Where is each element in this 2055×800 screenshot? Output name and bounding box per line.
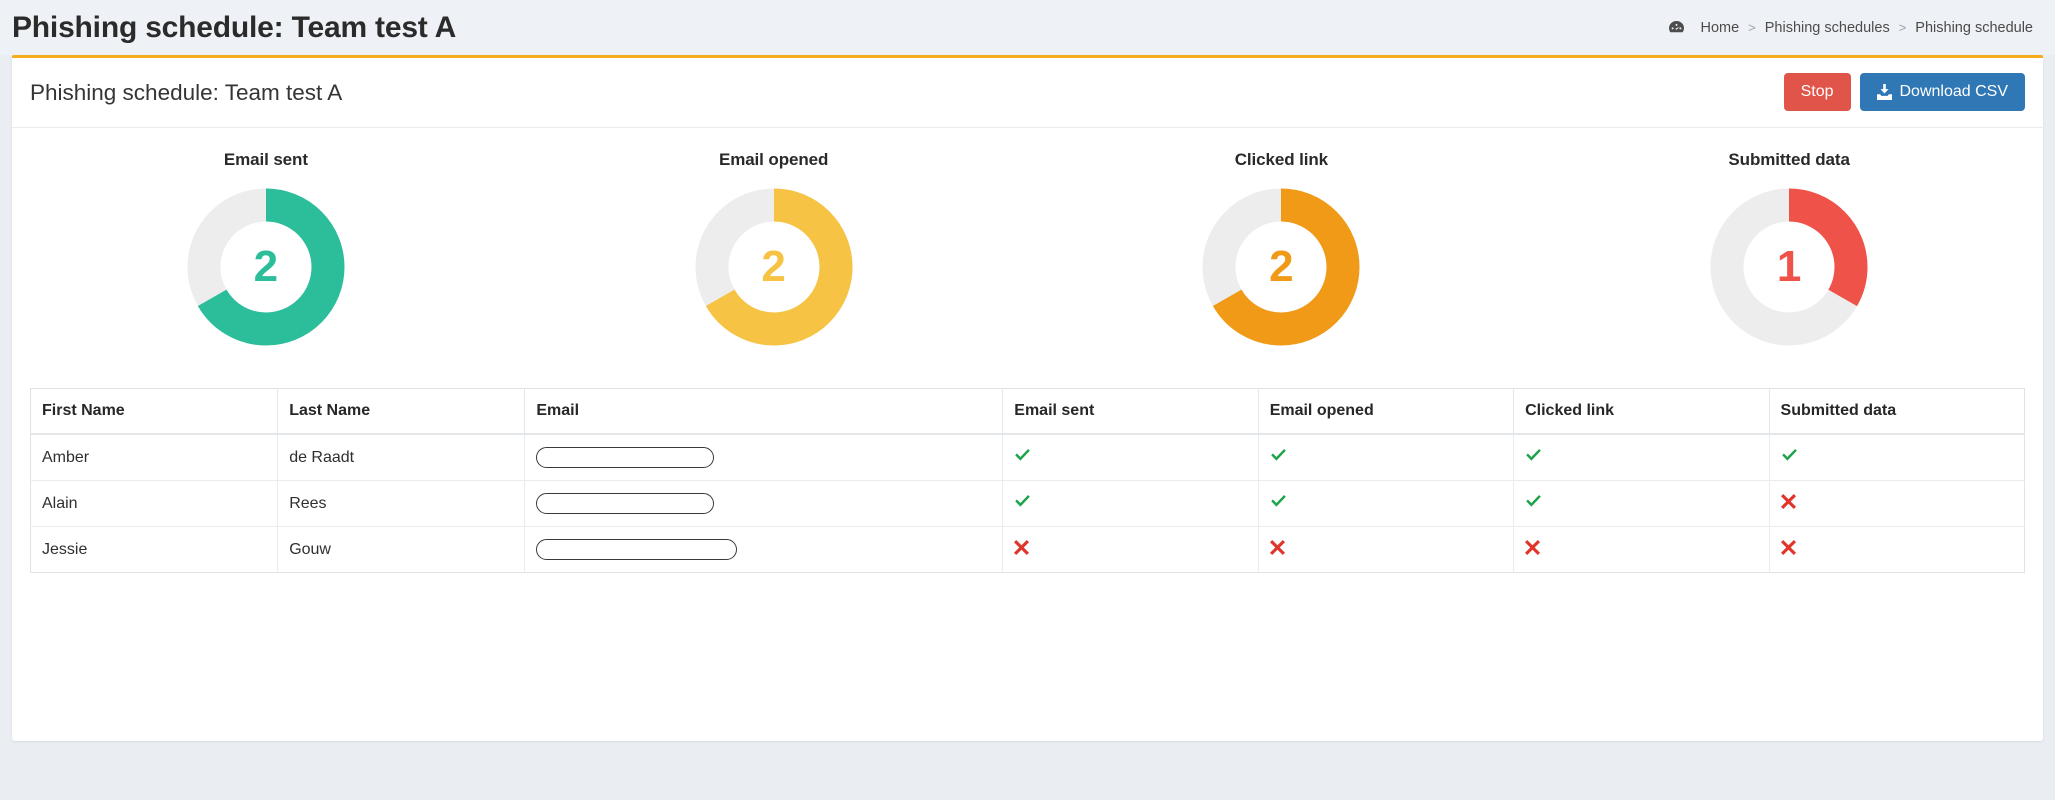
check-icon <box>1014 448 1031 463</box>
cell-last-name: de Raadt <box>277 434 526 481</box>
cell-first-name: Alain <box>30 480 279 527</box>
check-icon <box>1270 494 1287 509</box>
stop-button[interactable]: Stop <box>1783 73 1851 111</box>
breadcrumb-item-phishing-schedules[interactable]: Phishing schedules <box>1765 20 1890 36</box>
cell-first-name: Jessie <box>30 526 279 573</box>
check-icon <box>1525 448 1542 463</box>
table-row: Jessie Gouw <box>30 526 2025 573</box>
email-redaction-box <box>536 539 738 560</box>
column-header-last-name: Last Name <box>277 388 526 435</box>
column-header-email: Email <box>524 388 1004 435</box>
column-header-email-sent: Email sent <box>1002 388 1259 435</box>
column-header-submitted-data: Submitted data <box>1769 388 2025 435</box>
donut-value: 2 <box>1269 242 1294 291</box>
check-icon <box>1525 494 1542 509</box>
cross-icon <box>1525 539 1541 555</box>
breadcrumb-separator: > <box>1748 20 1756 35</box>
card-title: Phishing schedule: Team test A <box>30 79 343 105</box>
cross-icon <box>1780 493 1796 509</box>
breadcrumb-separator: > <box>1898 20 1907 35</box>
card-header: Phishing schedule: Team test A Stop Down… <box>12 58 2043 128</box>
check-icon <box>1014 494 1031 509</box>
donut-value: 2 <box>253 242 279 291</box>
table-row: Amber de Raadt <box>30 434 2025 481</box>
cell-email-sent <box>1002 526 1259 573</box>
email-redaction-box <box>536 493 715 514</box>
cell-clicked-link <box>1513 434 1770 481</box>
cell-email <box>524 526 1004 573</box>
column-header-clicked-link: Clicked link <box>1513 388 1770 435</box>
donut-chart: 2 <box>185 186 347 348</box>
donut-label: Email opened <box>718 150 829 169</box>
breadcrumb-item-current: Phishing schedule <box>1915 19 2033 36</box>
cell-email <box>524 480 1004 527</box>
cell-submitted-data <box>1769 434 2025 481</box>
table-row: Alain Rees <box>30 480 2025 527</box>
recipients-table: First Name Last Name Email Email sent Em… <box>30 388 2025 573</box>
table-body: Amber de Raadt Alain Rees Jessie Gouw <box>30 434 2025 573</box>
donut-label: Clicked link <box>1234 150 1329 169</box>
column-header-first-name: First Name <box>30 388 279 435</box>
table-header-row: First Name Last Name Email Email sent Em… <box>30 388 2025 435</box>
page-title: Phishing schedule: Team test A <box>12 10 457 44</box>
card-action-group: Stop Download CSV <box>1783 73 2025 111</box>
cell-email-opened <box>1258 434 1515 481</box>
cross-icon <box>1780 539 1796 555</box>
cell-email-sent <box>1002 480 1259 527</box>
donut-submitted-data: Submitted data 1 <box>1535 150 2043 348</box>
donut-chart: 2 <box>1200 186 1362 348</box>
cell-email-opened <box>1258 526 1515 573</box>
cell-email-sent <box>1002 434 1259 481</box>
email-redaction-box <box>536 447 715 468</box>
cell-submitted-data <box>1769 527 2024 573</box>
cell-email-opened <box>1258 480 1515 527</box>
cell-last-name: Gouw <box>277 526 526 573</box>
cell-email <box>524 434 1004 481</box>
donut-value: 2 <box>761 242 786 291</box>
donut-email-sent: Email sent 2 <box>12 150 520 348</box>
top-bar: Phishing schedule: Team test A Home > Ph… <box>0 0 2055 55</box>
recipients-table-wrapper: First Name Last Name Email Email sent Em… <box>12 388 2043 601</box>
breadcrumb: Home > Phishing schedules > Phishing sch… <box>1668 20 2033 36</box>
cell-first-name: Amber <box>30 434 279 481</box>
check-icon <box>1781 448 1798 463</box>
cross-icon <box>1269 539 1285 555</box>
column-header-email-opened: Email opened <box>1258 388 1515 435</box>
donut-value: 1 <box>1776 242 1802 291</box>
stop-button-label: Stop <box>1800 83 1834 100</box>
cell-clicked-link <box>1513 480 1770 527</box>
donut-clicked-link: Clicked link 2 <box>1028 150 1536 348</box>
cell-last-name: Rees <box>277 480 526 527</box>
donut-label: Submitted data <box>1728 150 1850 169</box>
breadcrumb-item-home[interactable]: Home <box>1700 20 1739 36</box>
donut-email-opened: Email opened 2 <box>520 150 1028 348</box>
cell-clicked-link <box>1513 526 1770 573</box>
check-icon <box>1270 448 1287 463</box>
cell-submitted-data <box>1769 480 2025 527</box>
donut-chart: 2 <box>693 186 855 348</box>
dashboard-icon <box>1668 20 1685 35</box>
download-icon <box>1876 84 1892 100</box>
donut-label: Email sent <box>223 150 308 169</box>
download-csv-label: Download CSV <box>1899 83 2009 100</box>
download-csv-button[interactable]: Download CSV <box>1859 73 2025 111</box>
donut-chart: 1 <box>1708 186 1870 348</box>
stats-donut-row: Email sent 2 Email opened 2 Clicked link <box>12 128 2043 388</box>
phishing-schedule-card: Phishing schedule: Team test A Stop Down… <box>12 55 2043 741</box>
cross-icon <box>1014 539 1030 555</box>
